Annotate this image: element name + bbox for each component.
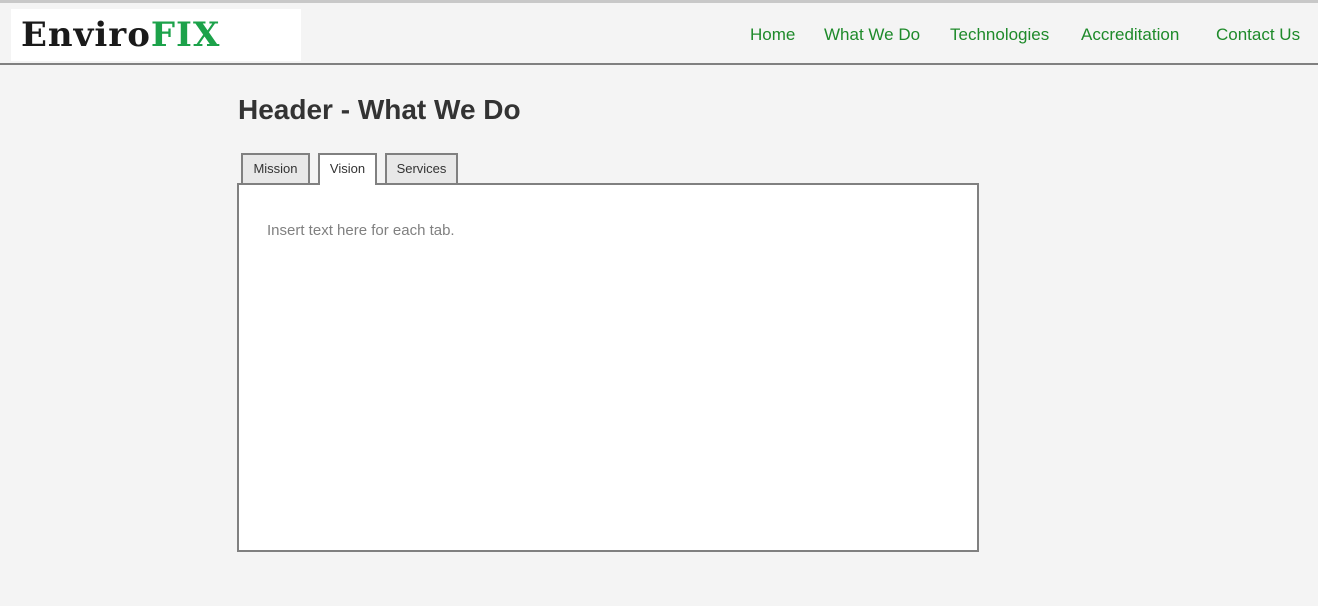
- tab-services[interactable]: Services: [385, 153, 458, 183]
- navbar: EnviroFIX Home What We Do Technologies A…: [0, 3, 1318, 65]
- tab-content-panel: Insert text here for each tab.: [237, 183, 979, 552]
- logo-text-enviro: Enviro: [21, 15, 151, 55]
- nav-link-contact-us[interactable]: Contact Us: [1216, 23, 1300, 47]
- nav-link-technologies[interactable]: Technologies: [950, 23, 1049, 47]
- tab-mission[interactable]: Mission: [241, 153, 310, 183]
- nav-link-what-we-do[interactable]: What We Do: [824, 23, 920, 47]
- page-title: Header - What We Do: [238, 94, 521, 125]
- logo[interactable]: EnviroFIX: [11, 9, 301, 61]
- logo-text: EnviroFIX: [21, 15, 220, 55]
- tab-vision[interactable]: Vision: [318, 153, 377, 185]
- tab-content-text: Insert text here for each tab.: [267, 222, 455, 239]
- nav-link-accreditation[interactable]: Accreditation: [1081, 23, 1179, 47]
- logo-text-fix: FIX: [150, 15, 221, 55]
- nav-link-home[interactable]: Home: [750, 23, 795, 47]
